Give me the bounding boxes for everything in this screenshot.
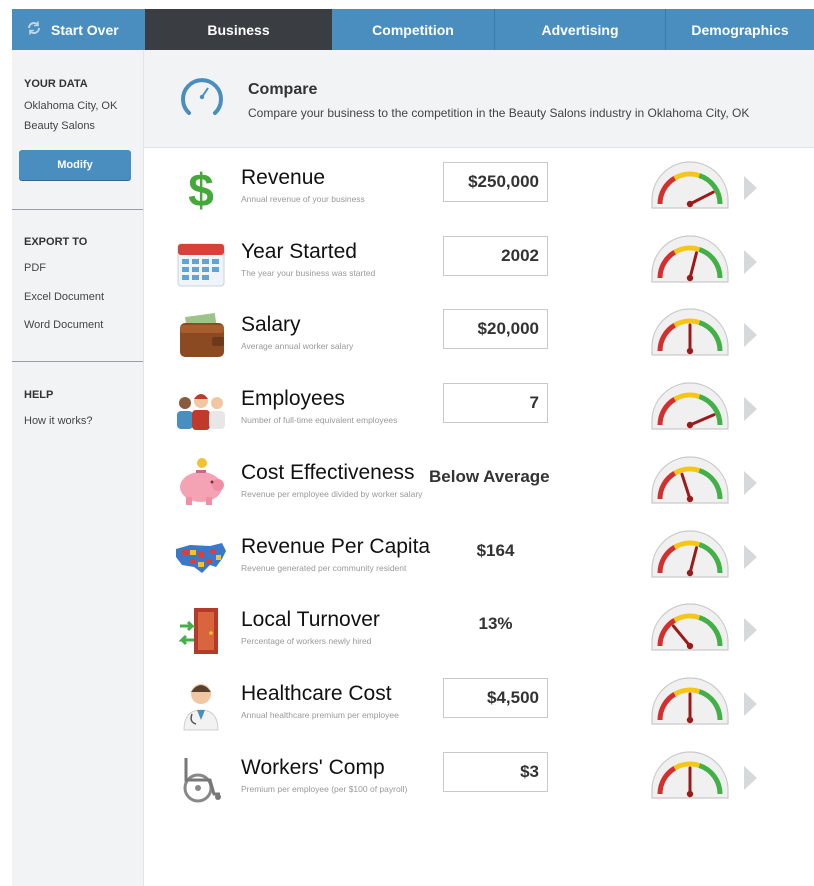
metric-description: Revenue generated per community resident — [241, 562, 407, 573]
metric-description: Average annual worker salary — [241, 341, 354, 352]
export-section: EXPORT TO PDF Excel Document Word Docume… — [24, 236, 104, 340]
metric-label: Cost Effectiveness — [241, 460, 415, 484]
metric-row: $ Revenue Annual revenue of your business $… — [144, 156, 814, 230]
expand-arrow-icon[interactable] — [744, 249, 757, 274]
top-nav: Start Over Business Competition Advertis… — [12, 9, 814, 50]
your-data-title: YOUR DATA — [24, 78, 88, 90]
tab-competition-label: Competition — [372, 21, 454, 38]
metric-description: Number of full-time equivalent employees — [241, 415, 398, 426]
compare-header: Compare Compare your business to the com… — [144, 50, 814, 148]
metric-label: Healthcare Cost — [241, 681, 392, 705]
metric-description: Annual healthcare premium per employee — [241, 709, 399, 720]
metric-value-input[interactable]: $250,000 — [443, 162, 548, 202]
tab-demographics[interactable]: Demographics — [665, 9, 814, 50]
metric-row: Salary Average annual worker salary $20,00… — [144, 303, 814, 377]
your-data-section: YOUR DATA Oklahoma City, OK Beauty Salon… — [24, 78, 117, 136]
expand-arrow-icon[interactable] — [744, 765, 757, 790]
us-map-icon — [172, 529, 230, 587]
metric-label: Revenue — [241, 166, 326, 189]
metric-row: Cost Effectiveness Revenue per employee d… — [144, 451, 814, 525]
metric-value-input[interactable]: $4,500 — [443, 677, 548, 718]
metric-label: Revenue Per Capita — [241, 534, 431, 558]
metric-value: 13% — [478, 614, 513, 634]
expand-arrow-icon[interactable] — [744, 397, 757, 422]
tab-advertising-label: Advertising — [541, 21, 619, 38]
export-word-link[interactable]: Word Document — [24, 311, 104, 340]
metric-value: Below Average — [429, 466, 550, 486]
metric-description: Annual revenue of your business — [241, 194, 365, 204]
performance-gauge — [649, 453, 731, 505]
metric-label: Workers' Comp — [241, 755, 385, 779]
page-subtitle: Compare your business to the competition… — [248, 106, 750, 120]
wallet-icon — [172, 307, 230, 365]
page-title: Compare — [248, 81, 318, 98]
tab-business[interactable]: Business — [145, 9, 332, 50]
speedometer-icon — [177, 73, 227, 123]
metric-value: $164 — [476, 540, 515, 560]
location-text: Oklahoma City, OK — [24, 100, 118, 112]
tab-demographics-label: Demographics — [691, 21, 789, 38]
doctor-icon — [172, 676, 230, 734]
expand-arrow-icon[interactable] — [744, 544, 757, 569]
tab-competition[interactable]: Competition — [332, 9, 494, 50]
export-title: EXPORT TO — [24, 236, 88, 248]
expand-arrow-icon[interactable] — [744, 323, 757, 348]
metric-row: Employees Number of full-time equivalent … — [144, 377, 814, 451]
tab-advertising[interactable]: Advertising — [494, 9, 665, 50]
metric-label: Local Turnover — [241, 608, 380, 632]
metric-row: Healthcare Cost Annual healthcare premium… — [144, 672, 814, 746]
export-pdf-link[interactable]: PDF — [24, 254, 104, 283]
performance-gauge — [649, 305, 731, 357]
how-it-works-link[interactable]: How it works? — [24, 407, 92, 436]
metric-label: Employees — [241, 387, 345, 411]
metric-description: The year your business was started — [241, 267, 376, 278]
svg-text:$: $ — [188, 164, 214, 216]
calendar-icon — [172, 234, 230, 292]
help-title: HELP — [24, 389, 54, 401]
performance-gauge — [649, 232, 731, 284]
expand-arrow-icon[interactable] — [744, 470, 757, 495]
metric-label: Salary — [241, 313, 301, 337]
expand-arrow-icon[interactable] — [744, 176, 757, 200]
metric-value-input[interactable]: 7 — [443, 383, 548, 424]
start-over-label: Start Over — [51, 21, 119, 38]
sidebar-divider — [12, 361, 143, 362]
sidebar: YOUR DATA Oklahoma City, OK Beauty Salon… — [12, 50, 144, 886]
start-over-button[interactable]: Start Over — [12, 9, 145, 50]
piggy-bank-icon — [172, 455, 230, 513]
dollar-sign-icon: $ — [172, 160, 230, 218]
performance-gauge — [649, 158, 731, 210]
metric-row: Year Started The year your business was s… — [144, 230, 814, 304]
people-icon — [172, 381, 230, 439]
refresh-icon — [26, 20, 42, 39]
metric-description: Revenue per employee divided by worker s… — [241, 488, 423, 499]
metric-description: Premium per employee (per $100 of payrol… — [241, 783, 408, 794]
performance-gauge — [649, 600, 731, 652]
sidebar-divider — [12, 209, 143, 210]
modify-button[interactable]: Modify — [19, 150, 131, 180]
export-excel-link[interactable]: Excel Document — [24, 283, 104, 312]
metric-value-input[interactable]: $20,000 — [443, 309, 548, 350]
door-exit-icon — [172, 602, 230, 660]
performance-gauge — [649, 674, 731, 726]
metric-label: Year Started — [241, 239, 357, 263]
performance-gauge — [649, 748, 731, 800]
tab-business-label: Business — [207, 21, 270, 38]
wheelchair-icon — [172, 750, 230, 808]
performance-gauge — [649, 379, 731, 431]
metric-value-input[interactable]: $3 — [443, 751, 548, 792]
expand-arrow-icon[interactable] — [744, 691, 757, 716]
metric-row: Local Turnover Percentage of workers newl… — [144, 598, 814, 672]
metric-value-input[interactable]: 2002 — [443, 235, 548, 276]
metric-description: Percentage of workers newly hired — [241, 636, 372, 647]
metric-row: Revenue Per Capita Revenue generated per … — [144, 525, 814, 599]
expand-arrow-icon[interactable] — [744, 618, 757, 643]
help-section: HELP How it works? — [24, 389, 92, 436]
performance-gauge — [649, 527, 731, 579]
metric-row: Workers' Comp Premium per employee (per $… — [144, 746, 814, 820]
industry-text: Beauty Salons — [24, 120, 95, 132]
